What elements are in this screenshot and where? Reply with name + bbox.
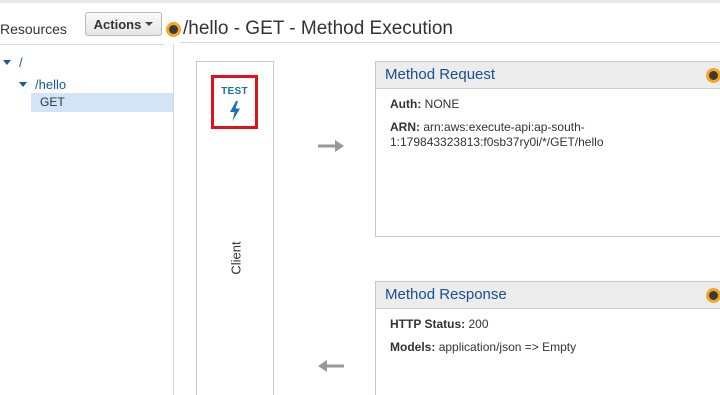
auth-label: Auth: bbox=[390, 97, 422, 111]
auth-row: Auth: NONE bbox=[390, 97, 706, 112]
method-request-body: Auth: NONE ARN: arn:aws:execute-api:ap-s… bbox=[376, 89, 720, 166]
arrow-right-icon bbox=[318, 140, 344, 152]
actions-label: Actions bbox=[93, 16, 142, 32]
status-dot-icon[interactable] bbox=[706, 288, 720, 303]
method-request-title: Method Request bbox=[385, 66, 496, 83]
method-response-header[interactable]: Method Response bbox=[376, 282, 720, 309]
sidebar-divider bbox=[0, 44, 164, 45]
arn-value-line2: 1:179843323813:f0sb37ry0i/*/GET/hello bbox=[390, 135, 604, 149]
models-value: application/json => Empty bbox=[438, 340, 577, 354]
expand-caret-icon[interactable] bbox=[3, 60, 11, 65]
method-request-panel: Method Request Auth: NONE ARN: arn:aws:e… bbox=[375, 61, 720, 237]
arn-label: ARN: bbox=[390, 120, 420, 134]
arrow-left-icon bbox=[318, 360, 344, 372]
tree-item-hello-label: /hello bbox=[35, 77, 67, 92]
test-button[interactable]: TEST bbox=[211, 75, 258, 129]
test-label: TEST bbox=[221, 86, 248, 97]
http-status-label: HTTP Status: bbox=[390, 317, 466, 331]
status-dot-icon[interactable] bbox=[706, 68, 720, 83]
lightning-bolt-icon bbox=[229, 101, 240, 121]
tree-item-root[interactable]: / bbox=[3, 55, 23, 70]
method-request-header[interactable]: Method Request bbox=[376, 62, 720, 89]
tree-item-hello[interactable]: /hello bbox=[19, 77, 66, 92]
caret-down-icon bbox=[145, 22, 154, 26]
page-title: /hello - GET - Method Execution bbox=[183, 18, 453, 39]
status-dot-icon[interactable] bbox=[166, 22, 181, 37]
tree-item-root-label: / bbox=[19, 55, 23, 70]
models-row: Models: application/json => Empty bbox=[390, 340, 706, 355]
method-response-body: HTTP Status: 200 Models: application/jso… bbox=[376, 309, 720, 371]
arn-value-line1: arn:aws:execute-api:ap-south- bbox=[423, 120, 585, 134]
top-border bbox=[0, 0, 720, 3]
http-status-value: 200 bbox=[468, 317, 489, 331]
actions-dropdown-button[interactable]: Actions bbox=[85, 12, 162, 36]
resources-title: Resources bbox=[0, 21, 67, 37]
auth-value: NONE bbox=[424, 97, 460, 111]
title-underline bbox=[180, 42, 720, 43]
client-label: Client bbox=[228, 241, 244, 275]
models-label: Models: bbox=[390, 340, 436, 354]
method-response-title: Method Response bbox=[385, 286, 507, 303]
arn-row: ARN: arn:aws:execute-api:ap-south- 1:179… bbox=[390, 120, 706, 150]
method-response-panel: Method Response HTTP Status: 200 Models:… bbox=[375, 281, 720, 395]
expand-caret-icon[interactable] bbox=[19, 82, 27, 87]
tree-item-get-method[interactable]: GET bbox=[31, 93, 173, 112]
http-status-row: HTTP Status: 200 bbox=[390, 317, 706, 332]
sidebar-vertical-divider bbox=[173, 44, 174, 395]
